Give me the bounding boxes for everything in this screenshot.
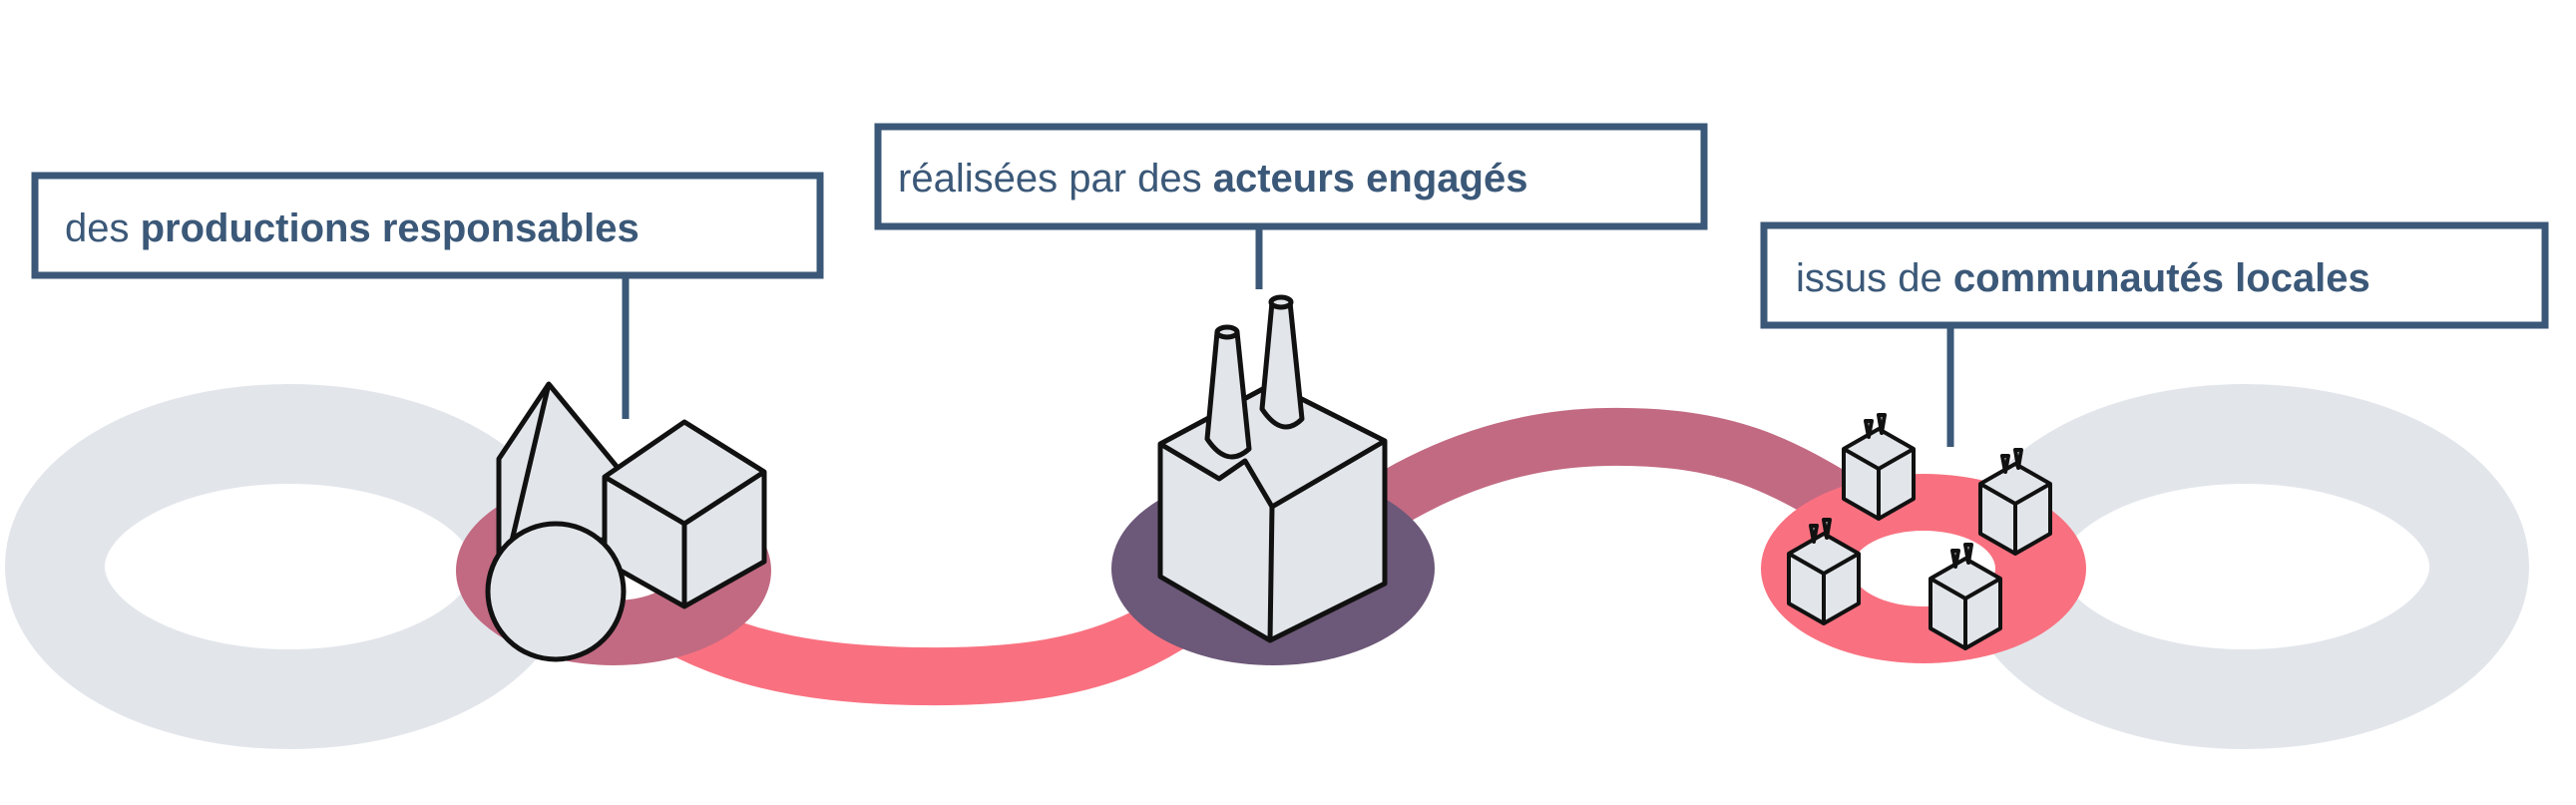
label-center-emphasis: acteurs engagés — [1213, 157, 1528, 201]
infinity-diagram: des productions responsables réalisées p… — [0, 0, 2576, 800]
label-right-emphasis: communautés locales — [1953, 256, 2370, 300]
factory-icon — [1157, 294, 1388, 643]
label-right-text: issus de communautés locales — [1796, 256, 2370, 300]
label-left-prefix: des — [65, 206, 141, 250]
label-center-text: réalisées par des acteurs engagés — [898, 157, 1527, 201]
label-right: issus de communautés locales — [1760, 221, 2549, 329]
sphere-shape — [485, 521, 627, 662]
label-center-prefix: réalisées par des — [898, 157, 1213, 201]
left-gray-loop — [5, 384, 574, 749]
small-factory-1 — [1842, 413, 1916, 521]
label-center: réalisées par des acteurs engagés — [874, 123, 1708, 230]
label-left: des productions responsables — [31, 172, 824, 279]
label-right-prefix: issus de — [1796, 256, 1953, 300]
label-left-text: des productions responsables — [65, 206, 640, 250]
label-left-emphasis: productions responsables — [141, 206, 640, 250]
